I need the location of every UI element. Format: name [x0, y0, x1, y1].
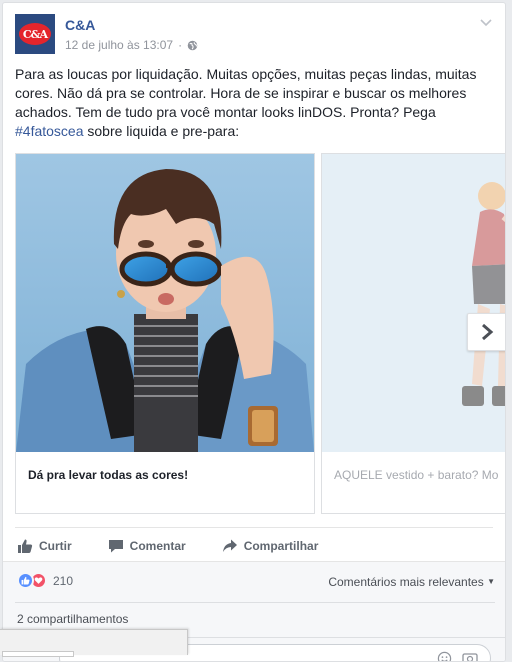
comment-icon: [108, 539, 123, 552]
post-text: Para as loucas por liquidação. Muitas op…: [15, 65, 485, 141]
thumbs-up-icon: [18, 539, 33, 553]
meta-separator: ·: [178, 38, 183, 52]
share-arrow-icon: [222, 539, 237, 552]
brand-logo: C&A: [19, 23, 51, 45]
share-button[interactable]: Compartilhar: [220, 538, 319, 554]
card-caption[interactable]: Dá pra levar todas as cores!: [28, 468, 308, 482]
card-image-sunglasses-model[interactable]: [16, 154, 314, 452]
reactions-summary[interactable]: 210: [17, 572, 73, 589]
post-text-body: Para as loucas por liquidação. Muitas op…: [15, 66, 477, 120]
hashtag-link[interactable]: #4fatoscea: [15, 123, 84, 139]
chevron-down-icon[interactable]: [479, 15, 493, 29]
like-label: Curtir: [39, 538, 72, 553]
reaction-count: 210: [53, 573, 74, 588]
page-avatar[interactable]: C&A: [15, 14, 55, 54]
chevron-right-icon: [482, 323, 494, 341]
like-reaction-icon: [17, 572, 34, 589]
card-image-dress-model[interactable]: [322, 154, 506, 452]
action-bar: Curtir Comentar Compartilhar: [15, 527, 493, 563]
post-text-end: sobre liquida e pre-para:: [83, 123, 240, 139]
caret-down-icon: ▼: [487, 577, 495, 586]
carousel-next-button[interactable]: [467, 313, 505, 351]
comment-sort-label: Comentários mais relevantes: [328, 575, 484, 589]
carousel-card[interactable]: Dá pra levar todas as cores!: [15, 153, 315, 514]
page-name-link[interactable]: C&A: [65, 17, 95, 33]
feed-post: C&A C&A 12 de julho às 13:07 · Para as l…: [2, 2, 506, 662]
post-header: C&A C&A 12 de julho às 13:07 ·: [15, 13, 493, 57]
footer-divider: [15, 602, 495, 603]
share-label: Compartilhar: [243, 538, 319, 553]
carousel: Dá pra levar todas as cores! AQUELE vest…: [15, 153, 506, 515]
post-timestamp[interactable]: 12 de julho às 13:07: [65, 38, 173, 52]
card-caption[interactable]: AQUELE vestido + barato? Mo: [334, 468, 505, 482]
post-meta: 12 de julho às 13:07 ·: [65, 38, 198, 52]
globe-icon[interactable]: [187, 40, 198, 51]
comment-label: Comentar: [129, 538, 186, 553]
emoji-icon[interactable]: [437, 651, 452, 662]
like-button[interactable]: Curtir: [15, 538, 72, 554]
comment-button[interactable]: Comentar: [106, 538, 186, 554]
comment-sort-dropdown[interactable]: Comentários mais relevantes ▼: [328, 575, 495, 589]
camera-icon[interactable]: [462, 651, 478, 662]
shares-count-link[interactable]: 2 compartilhamentos: [17, 612, 128, 626]
browser-popup-tab: [2, 651, 74, 657]
